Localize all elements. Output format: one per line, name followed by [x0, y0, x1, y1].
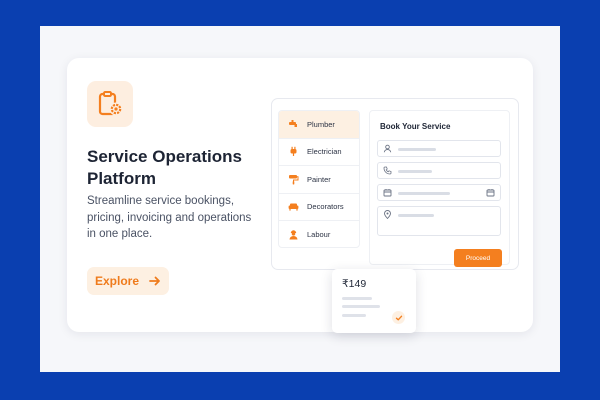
plug-icon	[287, 146, 299, 158]
booking-form: Book Your Service Proceed	[369, 110, 510, 267]
canvas: Service Operations Platform Streamline s…	[40, 26, 560, 372]
checkmark-icon	[392, 311, 405, 324]
logo-tile	[87, 81, 133, 127]
explore-label: Explore	[94, 274, 139, 288]
price-card: ₹149	[332, 269, 416, 333]
clipboard-gear-icon	[98, 91, 123, 116]
paint-roller-icon	[287, 173, 299, 185]
sofa-icon	[287, 201, 299, 213]
faucet-icon	[287, 118, 299, 130]
field-placeholder-line	[398, 214, 434, 217]
service-list: Plumber Electrician Painter Decorators L…	[278, 110, 360, 248]
date-field[interactable]	[377, 184, 501, 201]
price-value: ₹149	[342, 278, 367, 290]
booking-mockup: Plumber Electrician Painter Decorators L…	[271, 98, 519, 270]
field-placeholder-line	[398, 192, 450, 195]
proceed-button[interactable]: Proceed	[454, 249, 502, 267]
field-placeholder-line	[398, 148, 436, 151]
phone-field[interactable]	[377, 162, 501, 179]
service-item-painter[interactable]: Painter	[279, 166, 359, 194]
page-description: Streamline service bookings, pricing, in…	[87, 195, 252, 240]
field-placeholder-line	[398, 170, 432, 173]
form-title: Book Your Service	[380, 122, 451, 131]
service-label: Labour	[307, 230, 331, 240]
hero-card: Service Operations Platform Streamline s…	[67, 58, 533, 333]
phone-icon	[383, 166, 392, 175]
service-label: Electrician	[307, 147, 342, 157]
arrow-right-icon	[149, 276, 160, 286]
price-detail-line	[342, 305, 380, 308]
price-detail-line	[342, 297, 372, 300]
price-detail-line	[342, 314, 366, 317]
explore-button[interactable]: Explore	[87, 267, 169, 295]
service-item-plumber[interactable]: Plumber	[279, 111, 359, 139]
address-field[interactable]	[377, 206, 501, 236]
service-item-labour[interactable]: Labour	[279, 221, 359, 247]
service-label: Decorators	[307, 202, 344, 212]
service-label: Plumber	[307, 119, 335, 129]
page-title: Service Operations Platform	[87, 147, 242, 188]
name-field[interactable]	[377, 140, 501, 157]
worker-icon	[287, 229, 299, 241]
service-item-electrician[interactable]: Electrician	[279, 139, 359, 166]
calendar-icon	[383, 189, 392, 197]
user-icon	[383, 144, 392, 153]
service-item-decorators[interactable]: Decorators	[279, 194, 359, 221]
location-pin-icon	[384, 210, 391, 219]
service-label: Painter	[307, 174, 331, 184]
calendar-picker-icon[interactable]	[486, 188, 495, 197]
